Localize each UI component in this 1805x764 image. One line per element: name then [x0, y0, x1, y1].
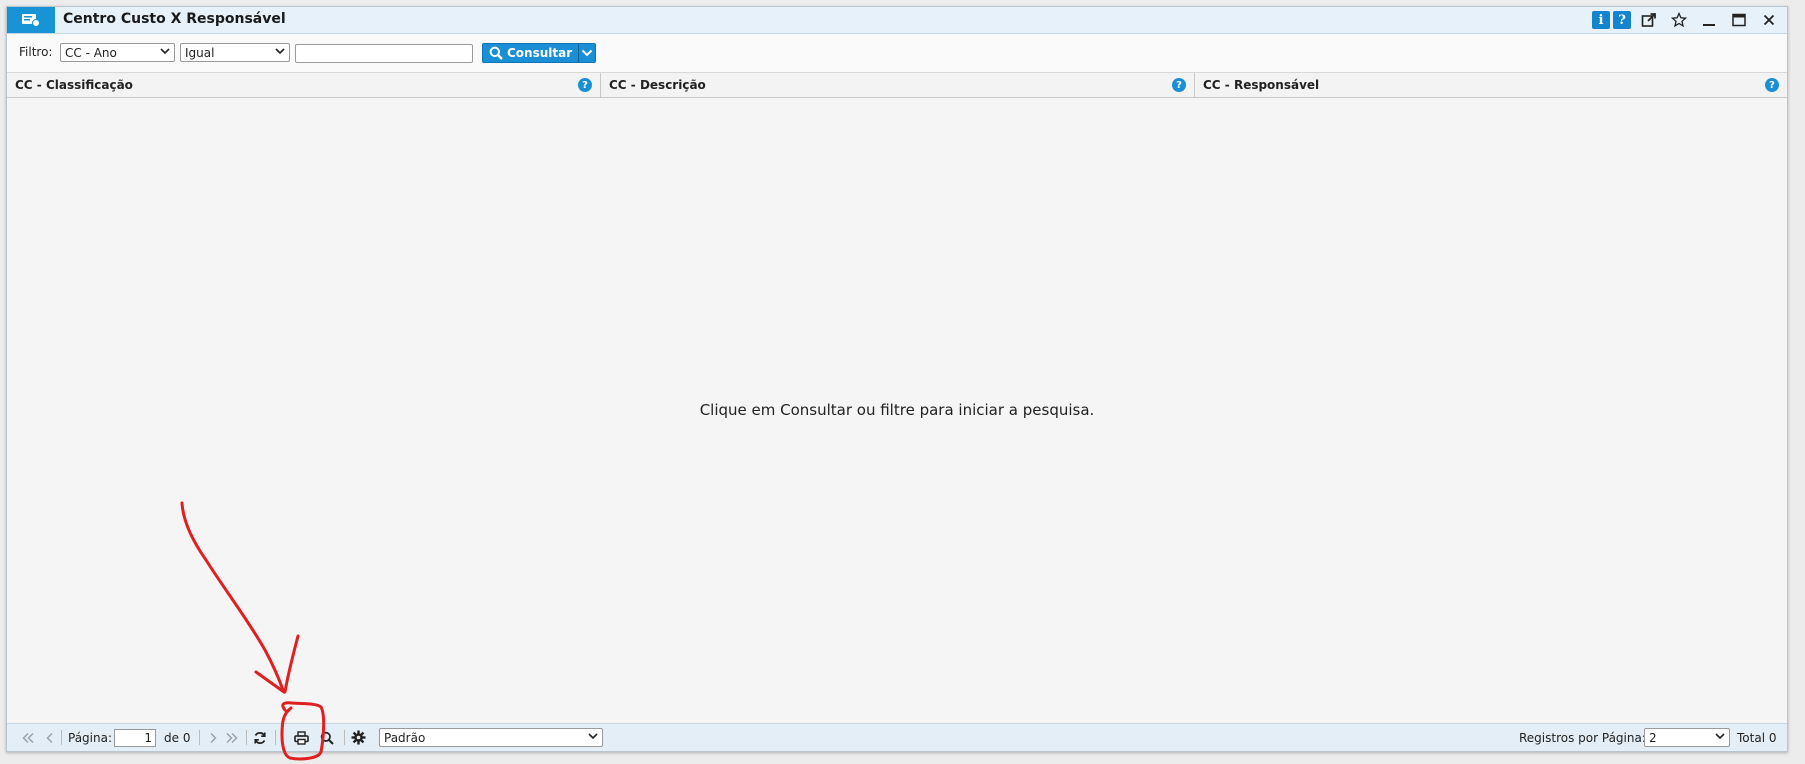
column-label: CC - Descrição: [609, 78, 706, 92]
help-icon[interactable]: ?: [578, 78, 592, 92]
column-header-descricao[interactable]: CC - Descrição ?: [601, 73, 1195, 97]
chevron-down-icon: [588, 732, 598, 743]
per-page-label: Registros por Página:: [1519, 730, 1646, 745]
help-icon[interactable]: ?: [1172, 78, 1186, 92]
chevron-down-icon: [275, 47, 285, 58]
empty-state-message: Clique em Consultar ou filtre para inici…: [699, 401, 1095, 419]
page-count-label: de 0: [164, 730, 191, 745]
consultar-label: Consultar: [507, 46, 573, 60]
consultar-button[interactable]: Consultar: [482, 43, 596, 63]
help-icon[interactable]: ?: [1765, 78, 1779, 92]
layout-select-wrap[interactable]: Padrão: [379, 724, 603, 751]
per-page-value: 2: [1649, 730, 1657, 745]
star-icon[interactable]: [1667, 10, 1691, 30]
column-header-classificacao[interactable]: CC - Classificação ?: [7, 73, 601, 97]
pager-divider: [344, 730, 345, 745]
filter-operator-select[interactable]: Igual: [180, 43, 290, 62]
help-icon[interactable]: ?: [1613, 11, 1631, 29]
window-controls: i ?: [1592, 10, 1781, 30]
pager-divider: [246, 730, 247, 745]
column-label: CC - Responsável: [1203, 78, 1320, 92]
print-icon[interactable]: [294, 724, 309, 751]
consultar-dropdown-toggle[interactable]: [579, 44, 595, 62]
layout-select[interactable]: Padrão: [379, 728, 603, 747]
share-icon[interactable]: [1637, 10, 1661, 30]
total-label: Total 0: [1737, 730, 1777, 745]
last-page-icon[interactable]: [225, 724, 239, 751]
info-icon[interactable]: i: [1592, 11, 1610, 29]
next-page-icon[interactable]: [208, 724, 218, 751]
title-bar: Centro Custo X Responsável i ?: [7, 7, 1787, 34]
grid-header: CC - Classificação ? CC - Descrição ? CC…: [7, 72, 1787, 98]
filter-field-value: CC - Ano: [65, 45, 117, 60]
pager-divider: [61, 730, 62, 745]
filter-label: Filtro:: [19, 45, 53, 59]
window-app-icon: [7, 7, 55, 33]
pager-divider: [275, 730, 276, 745]
filter-field-select[interactable]: CC - Ano: [60, 43, 175, 62]
chevron-down-icon: [581, 49, 593, 57]
chevron-down-icon: [1715, 732, 1725, 743]
layout-select-value: Padrão: [384, 730, 426, 745]
per-page-select[interactable]: 2: [1644, 728, 1730, 747]
refresh-icon[interactable]: [253, 724, 267, 751]
consultar-main[interactable]: Consultar: [483, 44, 578, 62]
first-page-icon[interactable]: [21, 724, 35, 751]
column-header-responsavel[interactable]: CC - Responsável ?: [1195, 73, 1787, 97]
zoom-icon[interactable]: [320, 724, 334, 751]
minimize-icon[interactable]: [1697, 10, 1721, 30]
search-icon: [489, 46, 503, 60]
pager-divider: [199, 730, 200, 745]
filter-value-input[interactable]: [295, 44, 473, 63]
close-icon[interactable]: [1757, 10, 1781, 30]
page-number-input[interactable]: 1: [114, 728, 156, 747]
chevron-down-icon: [160, 47, 170, 58]
column-label: CC - Classificação: [15, 78, 133, 92]
per-page-select-wrap[interactable]: 2: [1644, 724, 1730, 751]
window-title: Centro Custo X Responsável: [63, 11, 286, 27]
filter-operator-value: Igual: [185, 45, 215, 60]
prev-page-icon[interactable]: [45, 724, 55, 751]
gear-icon[interactable]: [351, 724, 366, 751]
pager-bar: Página: 1 de 0 Padrão Registros por Pági…: [7, 723, 1787, 751]
page-number-field[interactable]: 1: [112, 724, 156, 751]
main-window: Centro Custo X Responsável i ? Filtro: C…: [6, 6, 1788, 752]
page-label: Página:: [68, 730, 113, 745]
maximize-icon[interactable]: [1727, 10, 1751, 30]
